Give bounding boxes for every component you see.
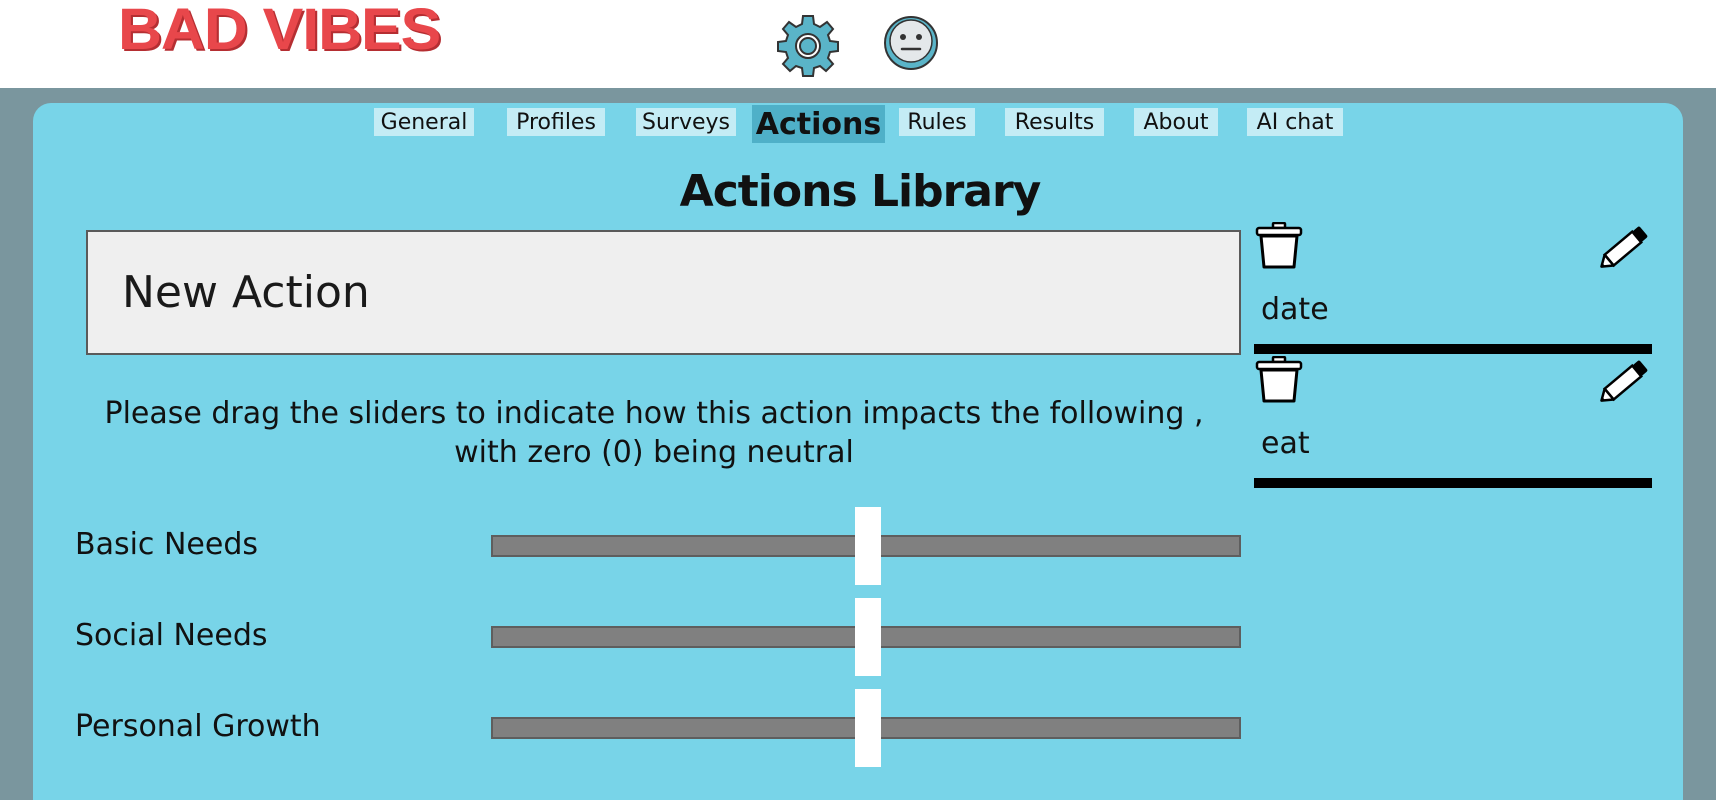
slider-label-social-needs: Social Needs [75, 618, 268, 653]
trash-icon [1255, 221, 1303, 269]
slider-instructions: Please drag the sliders to indicate how … [104, 396, 1204, 470]
slider-label-personal-growth: Personal Growth [75, 709, 321, 744]
tab-results[interactable]: Results [1005, 108, 1104, 136]
tab-rules[interactable]: Rules [899, 108, 975, 136]
tab-profiles[interactable]: Profiles [507, 108, 605, 136]
slider-thumb[interactable] [855, 689, 881, 767]
tab-general[interactable]: General [374, 108, 474, 136]
delete-action-button[interactable] [1254, 221, 1304, 270]
edit-action-button[interactable] [1600, 356, 1652, 404]
neutral-face-icon [884, 16, 938, 70]
tab-surveys[interactable]: Surveys [636, 108, 736, 136]
app-logo: BAD VIBES [118, 0, 441, 62]
list-item: date [1254, 218, 1652, 354]
top-bar: BAD VIBES [0, 0, 1716, 88]
trash-icon [1255, 355, 1303, 403]
pencil-icon [1600, 226, 1648, 268]
slider-label-basic-needs: Basic Needs [75, 527, 258, 562]
action-name[interactable]: eat [1261, 426, 1310, 461]
basic-needs-slider[interactable] [491, 507, 1241, 585]
tab-ai-chat[interactable]: AI chat [1247, 108, 1343, 136]
page-title: Actions Library [679, 166, 1042, 217]
tab-actions[interactable]: Actions [752, 105, 885, 143]
slider-thumb[interactable] [855, 507, 881, 585]
delete-action-button[interactable] [1254, 355, 1304, 404]
personal-growth-slider[interactable] [491, 689, 1241, 767]
social-needs-slider[interactable] [491, 598, 1241, 676]
pencil-icon [1600, 360, 1648, 402]
slider-thumb[interactable] [855, 598, 881, 676]
gear-icon [777, 15, 839, 77]
edit-action-button[interactable] [1600, 222, 1652, 270]
tab-bar: General Profiles Surveys Actions Rules R… [0, 105, 1716, 143]
tab-about[interactable]: About [1134, 108, 1218, 136]
divider [1254, 478, 1652, 488]
action-name-input[interactable] [86, 230, 1241, 355]
action-name[interactable]: date [1261, 292, 1329, 327]
mood-button[interactable] [882, 14, 940, 72]
settings-button[interactable] [776, 14, 840, 78]
list-item: eat [1254, 352, 1652, 488]
